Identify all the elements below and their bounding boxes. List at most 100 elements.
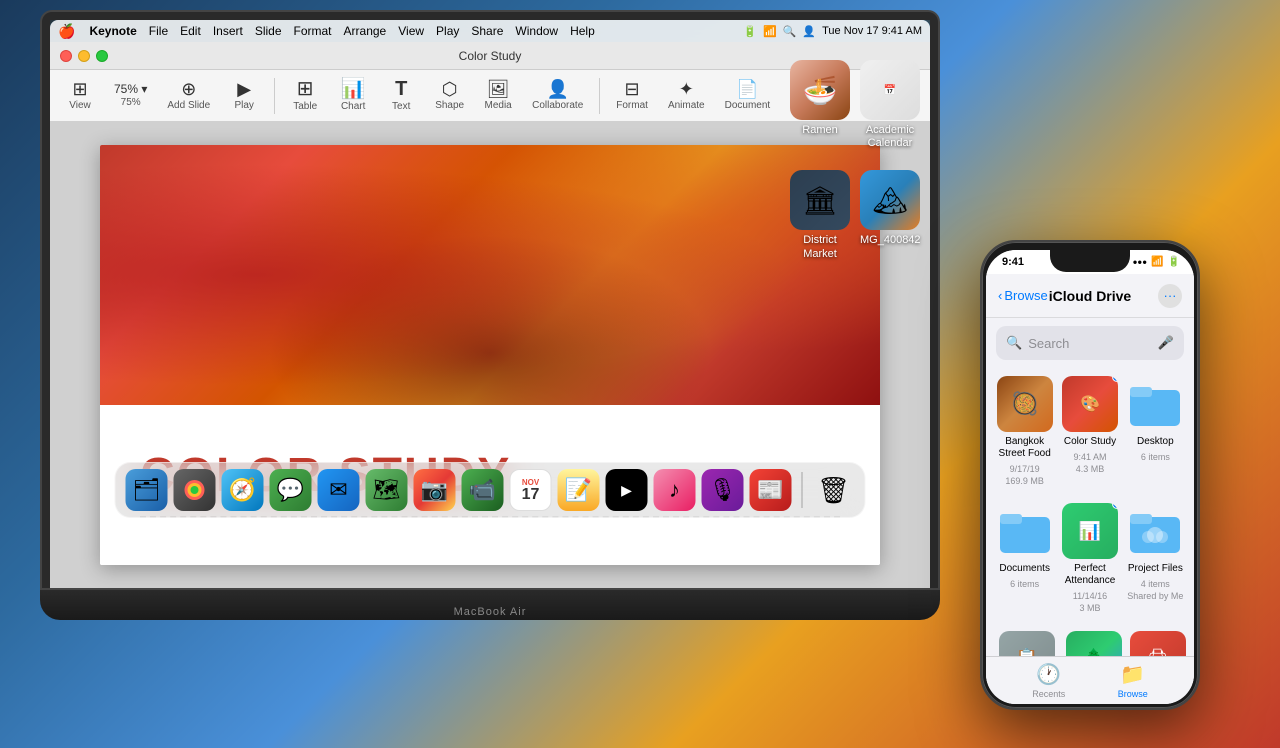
toolbar-view[interactable]: ⊞ View <box>58 76 102 115</box>
file-color-study[interactable]: 🎨 Color Study 9:41 AM4.3 MB <box>1061 376 1118 487</box>
toolbar-format[interactable]: ⊟ Format <box>608 76 656 115</box>
toolbar-animate[interactable]: ✦ Animate <box>660 76 713 115</box>
icloud-app: ‹ Browse iCloud Drive ··· 🔍 Search 🎤 <box>986 274 1194 704</box>
dock-notes[interactable]: 📝 <box>558 469 600 511</box>
menu-help[interactable]: Help <box>564 24 601 38</box>
icloud-back-button[interactable]: ‹ Browse <box>998 288 1048 303</box>
toolbar-sep-1 <box>274 78 275 114</box>
tab-recents[interactable]: 🕐 Recents <box>1032 662 1065 699</box>
icloud-nav-bar: ‹ Browse iCloud Drive ··· <box>986 274 1194 318</box>
desktop-icon-ramen[interactable]: 🍜 Ramen <box>790 60 850 150</box>
dock-calendar[interactable]: NOV 17 <box>510 469 552 511</box>
desktop-meta: 6 items <box>1141 452 1170 464</box>
minimize-button[interactable] <box>78 50 90 62</box>
menu-insert[interactable]: Insert <box>207 24 249 38</box>
color-study-thumbnail: 🎨 <box>1062 376 1118 432</box>
desktop-icon-photo[interactable]: 🏔 MG_400842 <box>860 170 921 260</box>
browse-icon: 📁 <box>1120 662 1145 687</box>
apple-menu-icon[interactable]: 🍎 <box>58 23 75 40</box>
file-row-3: 📋 Remodel Projec...udget 5/3/18232 KB 🌲 … <box>996 631 1184 656</box>
calendar-icon: 📅 <box>860 60 920 120</box>
icloud-title: iCloud Drive <box>1049 288 1131 304</box>
menu-format[interactable]: Format <box>288 24 338 38</box>
iphone-notch <box>1050 250 1130 272</box>
dock-photos[interactable]: 📷 <box>414 469 456 511</box>
media-icon: 🖼 <box>487 80 510 98</box>
toolbar-table[interactable]: ⊞ Table <box>283 75 327 116</box>
more-dots-icon: ··· <box>1164 288 1177 303</box>
icloud-more-button[interactable]: ··· <box>1158 284 1182 308</box>
photo-label: MG_400842 <box>860 234 921 247</box>
dock-trash[interactable]: 🗑 <box>813 469 855 511</box>
toolbar-play[interactable]: ▶ Play <box>222 76 266 115</box>
format-icon: ⊟ <box>625 80 640 98</box>
dock-mail[interactable]: ✉ <box>318 469 360 511</box>
menu-bar-right: 🔋 📶 🔍 👤 Tue Nov 17 9:41 AM <box>743 25 922 38</box>
fullscreen-button[interactable] <box>96 50 108 62</box>
desktop-icon-calendar[interactable]: 📅 Academic Calendar <box>860 60 920 150</box>
district-icon: 🏛 <box>790 170 850 230</box>
toolbar-document[interactable]: 📄 Document <box>717 76 779 115</box>
browse-label: Browse <box>1118 689 1148 699</box>
menu-time: Tue Nov 17 9:41 AM <box>822 25 922 37</box>
dock-launchpad[interactable] <box>174 469 216 511</box>
bangkok-thumbnail: 🥘 <box>997 376 1053 432</box>
close-button[interactable] <box>60 50 72 62</box>
file-desktop[interactable]: Desktop 6 items <box>1127 376 1184 487</box>
file-perfect-attendance[interactable]: 📊 Perfect Attendance 11/14/163 MB <box>1061 503 1118 614</box>
dock-messages[interactable]: 💬 <box>270 469 312 511</box>
dock-maps[interactable]: 🗺 <box>366 469 408 511</box>
toolbar-collaborate[interactable]: 👤 Collaborate <box>524 76 591 115</box>
icloud-file-grid: 🥘 Bangkok Street Food 9/17/19169.9 MB 🎨 … <box>986 368 1194 656</box>
menu-keynote[interactable]: Keynote <box>83 24 142 38</box>
battery-status-icon: 🔋 <box>1168 257 1180 268</box>
dock-facetime[interactable]: 📹 <box>462 469 504 511</box>
toolbar-shape[interactable]: ⬡ Shape <box>427 76 472 115</box>
toolbar-zoom[interactable]: 75% ▾ 75% <box>106 79 155 112</box>
menu-view[interactable]: View <box>392 24 430 38</box>
file-scenic[interactable]: 🌲 Scenic Pacific Trails 6/15/182.4 MB <box>1066 631 1122 656</box>
file-bangkok[interactable]: 🥘 Bangkok Street Food 9/17/19169.9 MB <box>996 376 1053 487</box>
file-project-files[interactable]: Project Files 4 itemsShared by Me <box>1127 503 1184 614</box>
iphone-status-icons: ●●● 📶 🔋 <box>1133 257 1180 268</box>
dock-music[interactable]: ♪ <box>654 469 696 511</box>
document-icon: 📄 <box>736 80 758 98</box>
menu-play[interactable]: Play <box>430 24 465 38</box>
search-menu-icon[interactable]: 🔍 <box>783 25 797 38</box>
dock-safari[interactable]: 🧭 <box>222 469 264 511</box>
toolbar-text[interactable]: T Text <box>379 75 423 116</box>
file-screen-printing[interactable]: 🖨 Screen Printing 5/8/1826.1 MB <box>1130 631 1186 656</box>
view-icon: ⊞ <box>72 80 87 98</box>
toolbar-add-slide[interactable]: ⊕ Add Slide <box>159 76 218 115</box>
table-icon: ⊞ <box>297 79 314 99</box>
menu-slide[interactable]: Slide <box>249 24 288 38</box>
collaborate-icon: 👤 <box>546 80 568 98</box>
file-documents[interactable]: Documents 6 items <box>996 503 1053 614</box>
desktop-thumbnail <box>1127 376 1183 432</box>
tab-browse[interactable]: 📁 Browse <box>1118 662 1148 699</box>
toolbar-media[interactable]: 🖼 Media <box>476 76 520 115</box>
search-icon: 🔍 <box>1006 335 1022 351</box>
toolbar-sep-2 <box>599 78 600 114</box>
ramen-label: Ramen <box>802 124 837 137</box>
menu-share[interactable]: Share <box>465 24 509 38</box>
iphone-screen: 9:41 ●●● 📶 🔋 ‹ Browse iCloud Drive ··· <box>986 250 1194 704</box>
dock-finder[interactable]: 🗂 <box>126 469 168 511</box>
perfect-attendance-thumbnail: 📊 <box>1062 503 1118 559</box>
dock-appletv[interactable]: ▶ <box>606 469 648 511</box>
menu-arrange[interactable]: Arrange <box>338 24 393 38</box>
district-label: District Market <box>790 234 850 260</box>
desktop-icon-district[interactable]: 🏛 District Market <box>790 170 850 260</box>
menu-edit[interactable]: Edit <box>174 24 207 38</box>
play-icon: ▶ <box>237 80 251 98</box>
dock-podcasts[interactable]: 🎙 <box>702 469 744 511</box>
file-remodel[interactable]: 📋 Remodel Projec...udget 5/3/18232 KB <box>996 631 1058 656</box>
menu-window[interactable]: Window <box>509 24 564 38</box>
dock-news[interactable]: 📰 <box>750 469 792 511</box>
user-menu-icon[interactable]: 👤 <box>802 25 816 38</box>
macbook-frame: 🍎 Keynote File Edit Insert Slide Format … <box>40 10 940 720</box>
menu-file[interactable]: File <box>143 24 174 38</box>
toolbar-chart[interactable]: 📊 Chart <box>331 75 375 116</box>
icloud-search-bar[interactable]: 🔍 Search 🎤 <box>996 326 1184 360</box>
text-icon: T <box>395 79 407 99</box>
